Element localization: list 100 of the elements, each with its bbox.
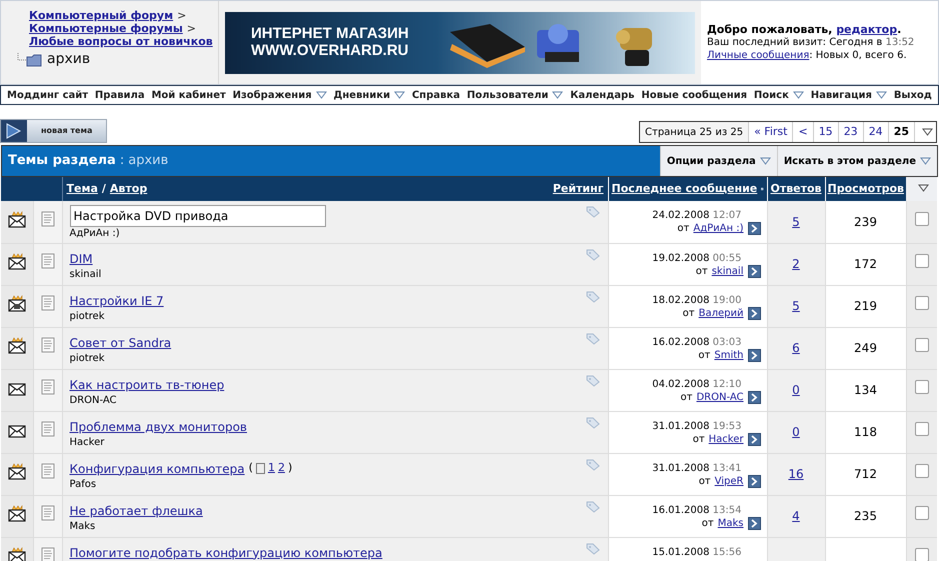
nav-link[interactable]: Справка (412, 88, 460, 102)
topic-link[interactable]: Совет от Sandra (70, 334, 172, 352)
last-poster-link[interactable]: Smith (714, 348, 744, 362)
previous-page-link[interactable]: < (793, 122, 814, 142)
topic-author: skinail (70, 268, 102, 282)
replies-link[interactable]: 4 (792, 509, 800, 523)
first-page-link[interactable]: « First (749, 122, 794, 142)
views-count: 239 (854, 214, 877, 229)
last-poster-link[interactable]: Maks (718, 516, 744, 530)
replies-link[interactable]: 5 (792, 299, 800, 313)
last-post-date: 18.02.2008 19:00 (651, 294, 742, 306)
topic-title-input[interactable]: Настройка DVD привода (70, 205, 326, 227)
topic-link[interactable]: Настройки IE 7 (70, 292, 164, 310)
go-to-post-icon[interactable] (748, 264, 760, 278)
topic-link[interactable]: Как настроить тв-тюнер (70, 376, 224, 394)
breadcrumb-link[interactable]: Компьютерные форумы (29, 22, 183, 35)
replies-sort-link[interactable]: Ответов (770, 182, 822, 195)
select-checkbox[interactable] (914, 254, 929, 268)
private-messages-link[interactable]: Личные сообщения (707, 50, 810, 61)
last-poster-link[interactable]: skinail (712, 264, 744, 278)
tag-icon (586, 332, 600, 344)
replies-link[interactable]: 16 (788, 467, 804, 481)
by-label: от (698, 474, 711, 488)
hot-envelope-icon (8, 252, 26, 270)
select-checkbox[interactable] (914, 338, 929, 352)
last-post-sort-link[interactable]: Последнее сообщение (612, 180, 758, 198)
replies-link[interactable]: 0 (792, 383, 800, 397)
dropdown-arrow-icon (920, 157, 931, 165)
last-post-date: 15.01.2008 15:56 (651, 546, 742, 558)
select-checkbox[interactable] (914, 212, 929, 226)
by-label: от (682, 306, 695, 320)
last-poster-link[interactable]: VipeR (714, 474, 744, 488)
topic-sort-link[interactable]: Тема (66, 180, 98, 198)
go-to-post-icon[interactable] (748, 222, 760, 235)
topic-author: piotrek (70, 352, 106, 366)
nav-link[interactable]: Мой кабинет (151, 88, 226, 102)
username-link[interactable]: редактор (836, 23, 898, 36)
nav-link[interactable]: Навигация (810, 88, 887, 102)
rating-sort-link[interactable]: Рейтинг (552, 180, 604, 198)
last-poster-link[interactable]: АдРиАн :) (693, 222, 744, 235)
last-visit-text: Ваш последний визит: Сегодня в 13:52 (707, 36, 916, 49)
last-poster-link[interactable]: Валерий (698, 306, 744, 320)
nav-link[interactable]: Поиск (754, 88, 804, 102)
select-checkbox[interactable] (914, 548, 929, 561)
topic-link[interactable]: Проблемма двух мониторов (70, 418, 247, 436)
new-topic-button[interactable]: новая тема (0, 119, 108, 143)
document-icon (40, 505, 54, 522)
page-link[interactable]: 25 (888, 122, 915, 142)
banner-url: WWW.OVERHARD.RU (251, 42, 409, 58)
topic-page-link[interactable]: 2 (278, 460, 285, 477)
page-link[interactable]: 15 (814, 122, 839, 142)
select-checkbox[interactable] (914, 296, 929, 310)
views-count: 172 (854, 257, 877, 271)
nav-link[interactable]: Новые сообщения (641, 88, 748, 102)
section-menu-button[interactable]: Искать в этом разделе (776, 146, 937, 176)
topic-link[interactable]: Не работает флешка (70, 502, 203, 520)
breadcrumb-link[interactable]: Любые вопросы от новичков (29, 35, 213, 48)
replies-link[interactable]: 5 (792, 214, 800, 229)
topic-link[interactable]: Конфигурация компьютера (70, 460, 245, 478)
page-link[interactable]: 23 (838, 122, 864, 142)
topic-page-link[interactable]: 1 (268, 460, 275, 477)
nav-link[interactable]: Пользователи (466, 88, 564, 102)
nav-link[interactable]: Правила (94, 88, 145, 102)
go-to-post-icon[interactable] (748, 348, 760, 362)
page-link[interactable]: 24 (864, 122, 889, 142)
go-to-post-icon[interactable] (748, 306, 760, 320)
views-count: 134 (854, 383, 877, 397)
header-separator: / (102, 180, 106, 197)
replies-link[interactable]: 0 (792, 425, 800, 439)
nav-link[interactable]: Календарь (570, 88, 634, 102)
section-menu-button[interactable]: Опции раздела (660, 146, 777, 176)
go-to-post-icon[interactable] (748, 516, 760, 530)
replies-link[interactable]: 2 (792, 257, 800, 271)
breadcrumb-link[interactable]: Компьютерный форум (29, 9, 174, 22)
author-sort-link[interactable]: Автор (110, 180, 148, 198)
by-label: от (696, 264, 708, 278)
go-to-post-icon[interactable] (748, 390, 760, 404)
last-post-date: 04.02.2008 12:10 (651, 378, 742, 390)
select-checkbox[interactable] (914, 422, 929, 436)
welcome-message: Добро пожаловать, редактор. (707, 23, 902, 36)
nav-link[interactable]: Изображения (232, 88, 327, 102)
document-icon (40, 421, 54, 438)
topic-link[interactable]: DIM (70, 250, 93, 268)
go-to-post-icon[interactable] (748, 432, 760, 446)
go-to-post-icon[interactable] (748, 474, 760, 488)
last-poster-link[interactable]: Hacker (708, 432, 744, 446)
nav-link[interactable]: Моддинг сайт (7, 88, 88, 102)
breadcrumb-separator: > (186, 22, 196, 35)
replies-link[interactable]: 6 (792, 341, 800, 355)
select-checkbox[interactable] (914, 380, 929, 394)
nav-link[interactable]: Выход (894, 88, 932, 102)
tag-icon (586, 206, 600, 218)
hot-envelope-icon (8, 462, 26, 480)
locked-envelope-icon (8, 294, 26, 312)
select-checkbox[interactable] (914, 464, 929, 478)
topic-author: Maks (70, 520, 96, 534)
select-checkbox[interactable] (914, 506, 929, 520)
last-poster-link[interactable]: DRON-AC (696, 390, 744, 404)
nav-link[interactable]: Дневники (333, 88, 406, 102)
hot-envelope-icon (8, 210, 26, 228)
